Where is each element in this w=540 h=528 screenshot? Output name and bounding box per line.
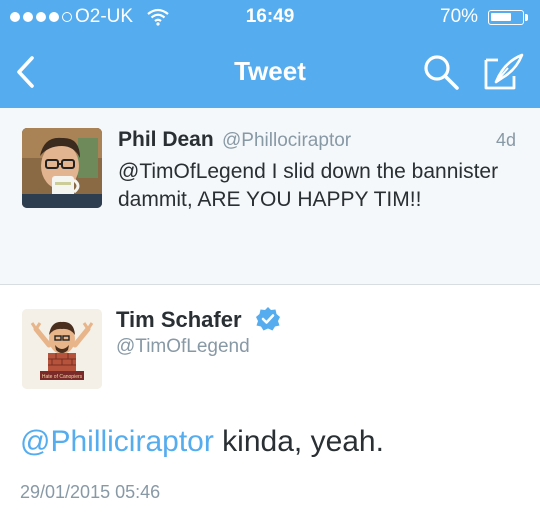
search-icon[interactable] (420, 52, 462, 92)
author-handle[interactable]: @TimOfLegend (116, 336, 250, 358)
focused-tweet: Hate of Canopiers Tim Schafer @TimOfLege… (0, 285, 540, 528)
author-name[interactable]: Phil Dean (118, 128, 214, 152)
author-name[interactable]: Tim Schafer (116, 307, 242, 333)
phil-dean-avatar[interactable] (22, 128, 102, 208)
tweet-timestamp: 29/01/2015 05:46 (20, 482, 161, 502)
tim-schafer-avatar[interactable]: Hate of Canopiers (22, 309, 102, 389)
nav-bar: Tweet (0, 36, 540, 108)
compose-icon[interactable] (482, 52, 526, 92)
tweet-text: @TimOfLegend I slid down the bannister d… (118, 160, 499, 211)
battery-percent: 70% (440, 6, 479, 27)
battery-nub (525, 14, 528, 21)
parent-tweet[interactable]: Phil Dean @Phillociraptor 4d @TimOfLegen… (0, 108, 540, 285)
mention-link[interactable]: @Philliciraptor (20, 425, 214, 458)
avatar-banner-text: Hate of Canopiers (42, 374, 83, 380)
app-header: O2-UK 16:49 70% Tweet (0, 0, 540, 108)
tweet-age: 4d (495, 130, 516, 150)
verified-badge-icon (256, 307, 280, 331)
author-handle[interactable]: @Phillociraptor (222, 130, 351, 152)
status-bar: O2-UK 16:49 70% (0, 0, 540, 36)
tweet-text: @Philliciraptor kinda, yeah. (20, 425, 384, 459)
battery-icon (488, 10, 524, 25)
tweet-body: kinda, yeah. (213, 425, 384, 458)
